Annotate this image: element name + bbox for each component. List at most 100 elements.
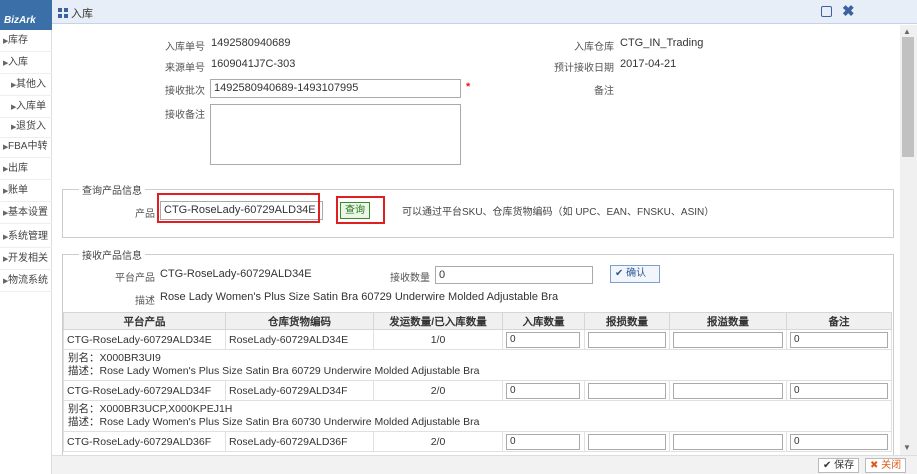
required-mark: * xyxy=(466,81,471,93)
desc-value: Rose Lady Women's Plus Size Satin Bra 60… xyxy=(160,291,559,303)
sidebar-item[interactable]: ▶物流系统 xyxy=(0,270,52,292)
query-hint: 可以通过平台SKU、仓库货物编码（如 UPC、EAN、FNSKU、ASIN） xyxy=(402,207,715,218)
check-icon: ✔ xyxy=(615,268,624,279)
chevron-right-icon: ▶ xyxy=(3,60,9,67)
overflow-qty-input[interactable] xyxy=(673,331,783,348)
remark-input[interactable]: 0 xyxy=(790,433,888,450)
scroll-down-icon[interactable]: ▼ xyxy=(903,443,911,452)
batch-input[interactable]: 1492580940689-1493107995 xyxy=(210,79,461,98)
table-cell xyxy=(584,329,670,350)
column-header: 备注 xyxy=(786,312,892,330)
sidebar-item-label: 物流系统 xyxy=(8,275,48,286)
shipped-qty-cell: 2/0 xyxy=(373,431,503,452)
receipt-no-value: 1492580940689 xyxy=(211,37,291,49)
scrollbar-thumb[interactable] xyxy=(902,37,914,157)
sidebar-item[interactable]: ▶入库单 xyxy=(0,96,52,118)
sidebar-item[interactable]: ▶系统管理 xyxy=(0,226,52,248)
table-row: CTG-RoseLady-60729ALD34F RoseLady-60729AL… xyxy=(63,380,892,401)
column-header: 报损数量 xyxy=(584,312,670,330)
maximize-icon[interactable] xyxy=(821,6,832,17)
save-button[interactable]: ✔ 保存 xyxy=(818,458,860,473)
save-label: 保存 xyxy=(834,460,855,471)
inbound-qty-input[interactable]: 0 xyxy=(506,331,580,348)
table-note-row: 别名：X000BR3UCP,X000KPEJ1H 描述：Rose Lady Wom… xyxy=(63,400,892,432)
warehouse-label: 入库仓库 xyxy=(574,42,614,53)
sidebar-item[interactable]: ▶其他入 xyxy=(0,74,52,96)
sidebar-item-label: 系统管理 xyxy=(8,231,48,242)
warehouse-value: CTG_IN_Trading xyxy=(620,37,704,49)
table-cell xyxy=(584,380,670,401)
table-cell: 0 xyxy=(502,329,585,350)
column-header: 平台产品 xyxy=(63,312,226,330)
logo-text: BizArk xyxy=(4,15,36,26)
column-header: 仓库货物编码 xyxy=(225,312,374,330)
sidebar-item-label: 退货入 xyxy=(16,121,46,132)
table-cell: 0 xyxy=(786,380,892,401)
sidebar-item-label: 账单 xyxy=(8,185,28,196)
chevron-right-icon: ▶ xyxy=(11,82,17,89)
table-cell xyxy=(669,329,787,350)
sidebar-item[interactable]: ▶FBA中转 xyxy=(0,136,52,158)
sidebar-item[interactable]: ▶基本设置 xyxy=(0,202,52,224)
sidebar-item[interactable]: ▶开发相关 xyxy=(0,248,52,270)
platform-sku-cell: CTG-RoseLady-60729ALD34E xyxy=(63,329,226,350)
overflow-qty-input[interactable] xyxy=(673,433,783,450)
platform-sku-cell: CTG-RoseLady-60729ALD36F xyxy=(63,431,226,452)
table-row: CTG-RoseLady-60729ALD36F RoseLady-60729AL… xyxy=(63,431,892,452)
chevron-right-icon: ▶ xyxy=(3,188,9,195)
highlight-box-query xyxy=(336,196,385,224)
footer-bar: ✔ 保存 ✖ 关闭 xyxy=(52,455,917,474)
product-label: 产品 xyxy=(135,209,155,220)
close-button[interactable]: ✖ 关闭 xyxy=(865,458,907,473)
alias-text: 别名：X000BR3UCP,X000KPEJ1H xyxy=(68,403,233,415)
loss-qty-input[interactable] xyxy=(588,382,666,399)
form-content: 入库单号 1492580940689 入库仓库 CTG_IN_Trading 来… xyxy=(52,25,900,455)
table-cell: 0 xyxy=(502,380,585,401)
sidebar-item[interactable]: ▶出库 xyxy=(0,158,52,180)
window-titlebar: 入库 xyxy=(52,0,917,24)
source-no-value: 1609041J7C-303 xyxy=(211,58,296,70)
chevron-right-icon: ▶ xyxy=(3,256,9,263)
confirm-button[interactable]: ✔ 确认 xyxy=(610,265,660,283)
highlight-box-product xyxy=(157,193,320,223)
table-note-row: 别名：X000BR3UI9 描述：Rose Lady Women's Plus S… xyxy=(63,349,892,381)
loss-qty-input[interactable] xyxy=(588,331,666,348)
window-title-text: 入库 xyxy=(71,8,93,20)
sidebar-item[interactable]: ▶入库 xyxy=(0,52,52,74)
chevron-right-icon: ▶ xyxy=(3,166,9,173)
table-cell: 0 xyxy=(786,431,892,452)
sidebar-item[interactable]: ▶退货入 xyxy=(0,116,52,138)
receive-note-textarea[interactable] xyxy=(210,104,461,165)
remark-input[interactable]: 0 xyxy=(790,331,888,348)
overflow-qty-input[interactable] xyxy=(673,382,783,399)
sidebar-item[interactable]: ▶账单 xyxy=(0,180,52,202)
platform-sku-cell: CTG-RoseLady-60729ALD34F xyxy=(63,380,226,401)
alias-text: 别名：X000BR3UI9 xyxy=(68,352,161,364)
grid-icon xyxy=(58,8,68,18)
note-cell: 别名：X000BR3UI9 描述：Rose Lady Women's Plus S… xyxy=(63,349,892,381)
receipt-no-label: 入库单号 xyxy=(165,42,205,53)
desc-label: 描述 xyxy=(135,296,155,307)
app-logo: BizArk xyxy=(0,0,52,30)
receive-qty-input[interactable]: 0 xyxy=(435,266,593,284)
sidebar: BizArk ▶库存 ▶入库 ▶其他入 ▶入库单 ▶退货入 ▶FBA中转 ▶出库 ▶账单 ▶基本… xyxy=(0,0,52,474)
warehouse-code-cell: RoseLady-60729ALD36F xyxy=(225,431,374,452)
inbound-qty-input[interactable]: 0 xyxy=(506,382,580,399)
sidebar-item-label: 基本设置 xyxy=(8,207,48,218)
close-icon[interactable]: ✖ xyxy=(842,2,855,20)
table-cell xyxy=(584,431,670,452)
check-icon: ✔ xyxy=(823,460,832,471)
shipped-qty-cell: 1/0 xyxy=(373,329,503,350)
receive-note-label: 接收备注 xyxy=(165,110,205,121)
loss-qty-input[interactable] xyxy=(588,433,666,450)
sidebar-item-label: 开发相关 xyxy=(8,253,48,264)
table-cell xyxy=(669,431,787,452)
inbound-qty-input[interactable]: 0 xyxy=(506,433,580,450)
chevron-right-icon: ▶ xyxy=(11,124,17,131)
remark-input[interactable]: 0 xyxy=(790,382,888,399)
sidebar-item[interactable]: ▶库存 xyxy=(0,30,52,52)
scroll-up-icon[interactable]: ▲ xyxy=(903,27,911,36)
batch-label: 接收批次 xyxy=(165,86,205,97)
receive-group-legend: 接收产品信息 xyxy=(82,251,142,262)
column-header: 报溢数量 xyxy=(669,312,787,330)
